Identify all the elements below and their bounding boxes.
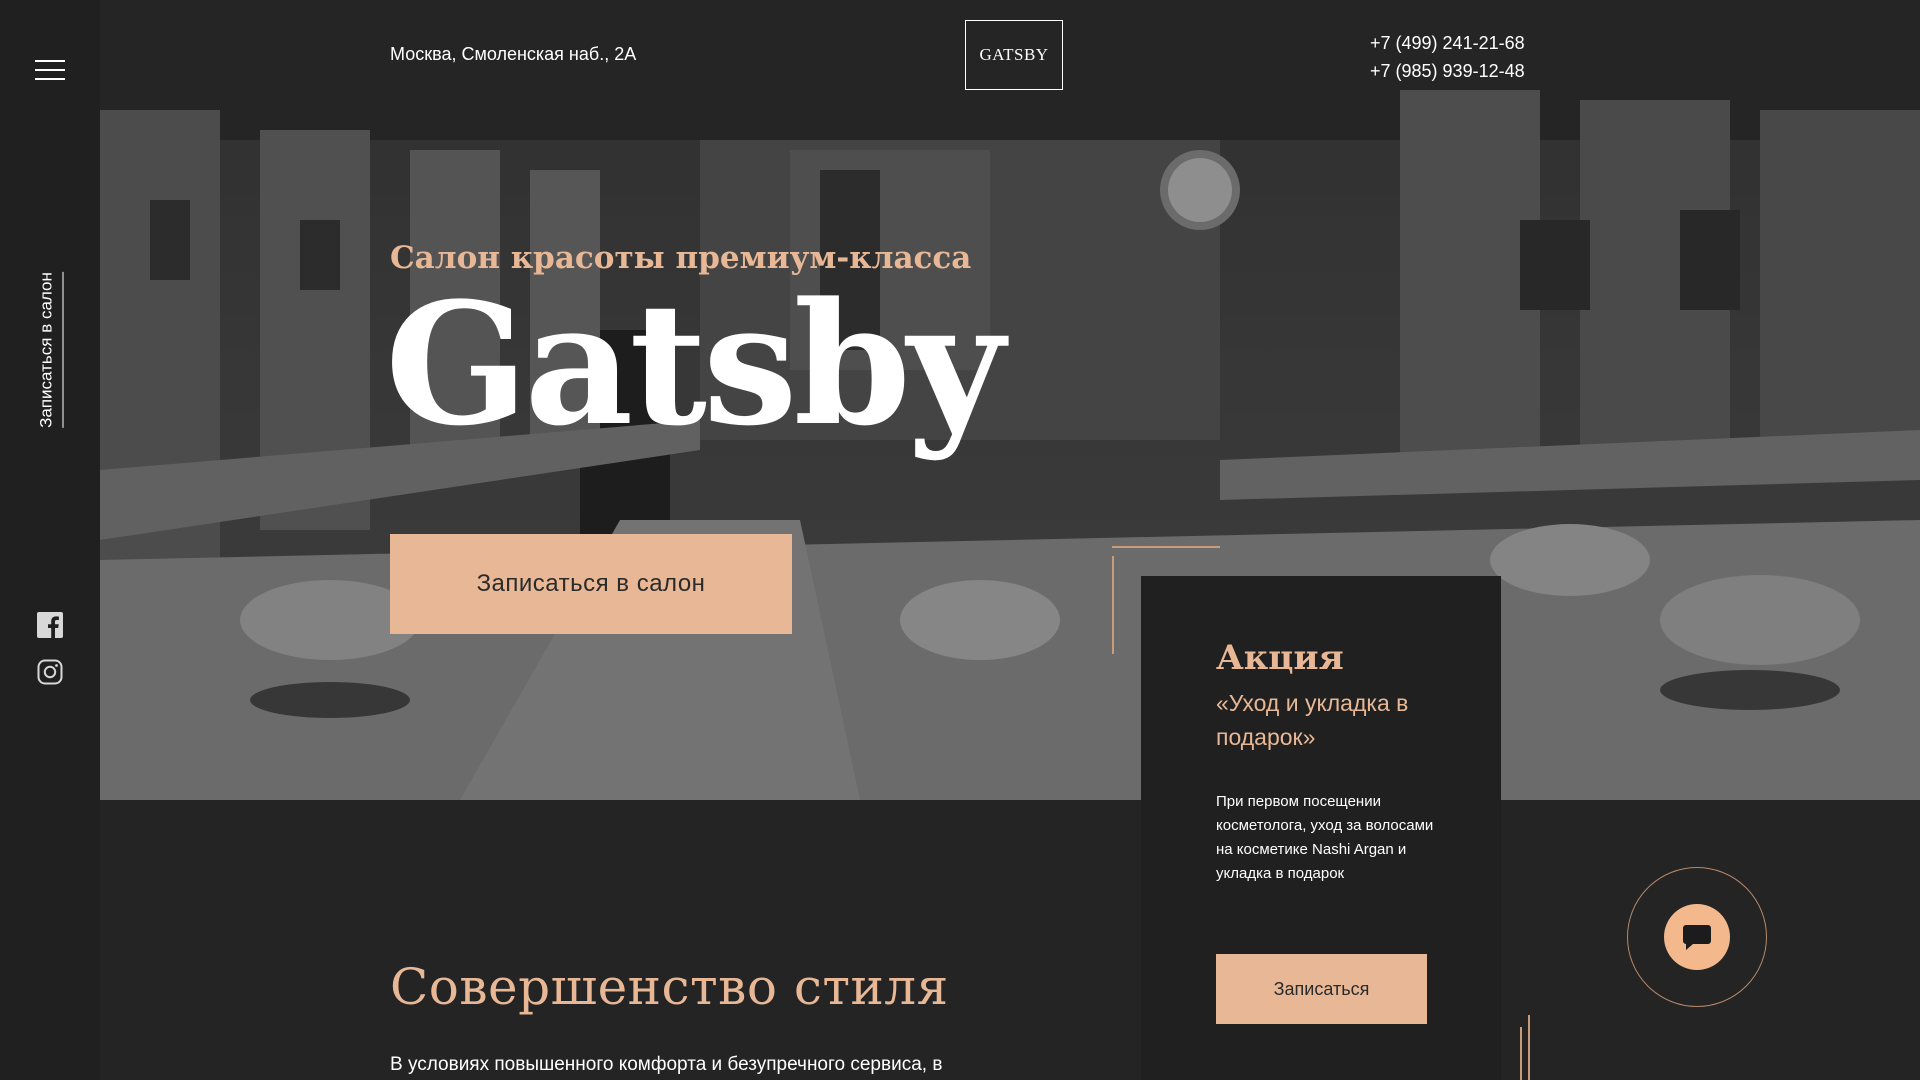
phone-link[interactable]: +7 (499) 241-21-68 <box>1370 29 1525 57</box>
hero-overlay <box>100 0 1920 800</box>
promo-frame-line <box>1112 556 1114 654</box>
sidebar-book-link[interactable]: Записаться в салон <box>36 272 64 428</box>
chat-icon <box>1683 925 1711 950</box>
book-salon-button[interactable]: Записаться в салон <box>390 534 792 634</box>
left-sidebar: Записаться в салон <box>0 0 100 1080</box>
logo[interactable]: GATSBY <box>965 20 1063 90</box>
promo-subtitle: «Уход и укладка в подарок» <box>1216 690 1409 750</box>
hero-section <box>100 0 1920 800</box>
hero-title: Gatsby <box>385 265 1005 463</box>
promo-card: Акция «Уход и укладка в подарок» При пер… <box>1141 576 1501 1080</box>
promo-title: Акция <box>1216 638 1344 678</box>
promo-frame-line <box>1112 546 1220 548</box>
phone-list: +7 (499) 241-21-68 +7 (985) 939-12-48 <box>1370 29 1525 85</box>
section-title: Совершенство стиля <box>390 958 949 1016</box>
salon-address: Москва, Смоленская наб., 2А <box>390 44 637 64</box>
section-text: В условиях повышенного комфорта и безупр… <box>390 1054 943 1075</box>
phone-link[interactable]: +7 (985) 939-12-48 <box>1370 57 1525 85</box>
promo-text: При первом посещении косметолога, уход з… <box>1216 793 1434 882</box>
menu-icon[interactable] <box>35 60 65 82</box>
facebook-icon[interactable] <box>37 612 63 638</box>
chat-button[interactable] <box>1664 904 1730 970</box>
instagram-icon[interactable] <box>37 659 63 685</box>
promo-book-button[interactable]: Записаться <box>1216 954 1427 1024</box>
decor-lines <box>1520 1015 1532 1080</box>
